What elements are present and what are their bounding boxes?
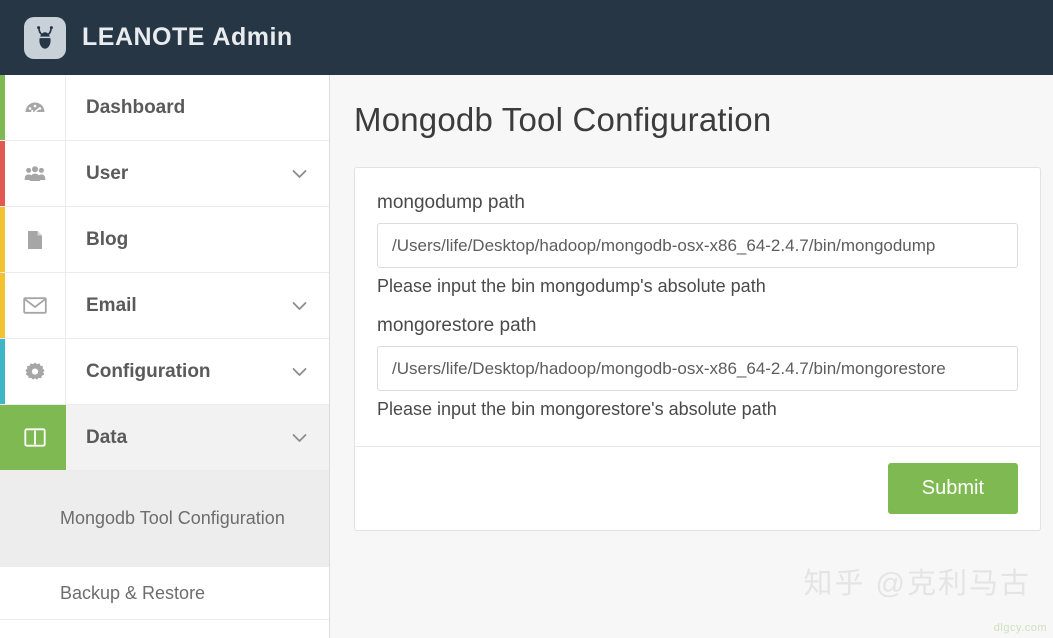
brand-sub: Admin [212, 23, 293, 51]
sidebar-item-label: Email [86, 294, 137, 316]
gear-icon [0, 339, 66, 404]
chevron-down-icon[interactable] [292, 169, 307, 179]
sidebar-item-label: Data [86, 426, 128, 448]
sidebar-item-label: Blog [86, 228, 129, 250]
sidebar-item-label: Dashboard [86, 96, 186, 118]
document-page-icon [0, 207, 66, 272]
watermark-text: 知乎 @克利马古 [803, 568, 1031, 600]
mongorestore-path-help: Please input the bin mongorestore's abso… [377, 399, 777, 419]
envelope-icon [0, 273, 66, 338]
sidebar-item-label: User [86, 162, 129, 184]
sidebar-nav: Dashboard User Blog Email Configuration … [0, 75, 330, 638]
sidebar-item-blog[interactable]: Blog [0, 207, 329, 273]
sidebar-item-user[interactable]: User [0, 141, 329, 207]
mongorestore-path-label: mongorestore path [377, 315, 537, 336]
form-body: mongodump path Please input the bin mong… [355, 168, 1040, 446]
sidebar-subitem-mongodb-tool-configuration[interactable]: Mongodb Tool Configuration [0, 471, 329, 567]
brand-title: LEANOTE Admin [82, 23, 293, 52]
sidebar-subitem-label: Mongodb Tool Configuration [60, 508, 285, 529]
mongodump-path-input[interactable] [377, 223, 1018, 268]
dashboard-gauge-icon [0, 75, 66, 140]
chevron-down-icon[interactable] [292, 301, 307, 311]
sidebar-item-email-body[interactable]: Email [66, 273, 329, 338]
mongorestore-path-field: mongorestore path Please input the bin m… [377, 315, 1018, 420]
sidebar-item-blog-body[interactable]: Blog [66, 207, 329, 272]
app-shell: Dashboard User Blog Email Configuration … [0, 75, 1053, 638]
beetle-logo-icon [24, 16, 66, 59]
sidebar-item-user-body[interactable]: User [66, 141, 329, 206]
mongorestore-path-input[interactable] [377, 346, 1018, 391]
page-title: Mongodb Tool Configuration [354, 101, 772, 138]
users-group-icon [0, 141, 66, 206]
chevron-down-icon[interactable] [292, 433, 307, 443]
brand-name: LEANOTE [82, 23, 205, 51]
sidebar-item-label: Configuration [86, 360, 211, 382]
mongodump-path-help: Please input the bin mongodump's absolut… [377, 276, 766, 296]
sidebar-item-dashboard-body[interactable]: Dashboard [66, 75, 329, 140]
sidebar-item-data[interactable]: Data [0, 405, 329, 471]
main-content: Mongodb Tool Configuration mongodump pat… [330, 75, 1053, 638]
chevron-down-icon[interactable] [292, 367, 307, 377]
sidebar-item-email[interactable]: Email [0, 273, 329, 339]
form-footer: Submit [355, 446, 1040, 530]
submit-button[interactable]: Submit [887, 463, 1018, 514]
columns-layout-icon [0, 405, 66, 470]
sidebar-item-data-body[interactable]: Data [66, 405, 329, 470]
sidebar-item-dashboard[interactable]: Dashboard [0, 75, 329, 141]
sidebar-item-configuration[interactable]: Configuration [0, 339, 329, 405]
sidebar-subitem-label: Backup & Restore [60, 583, 206, 603]
mongodb-tool-form-card: mongodump path Please input the bin mong… [354, 167, 1041, 531]
sidebar-item-configuration-body[interactable]: Configuration [66, 339, 329, 404]
mongodump-path-label: mongodump path [377, 192, 525, 213]
mongodump-path-field: mongodump path Please input the bin mong… [377, 192, 1018, 297]
watermark-small-text: dlgcy.com [993, 622, 1047, 634]
app-header: LEANOTE Admin [0, 0, 1053, 75]
sidebar-subitem-backup-restore[interactable]: Backup & Restore [0, 567, 329, 621]
